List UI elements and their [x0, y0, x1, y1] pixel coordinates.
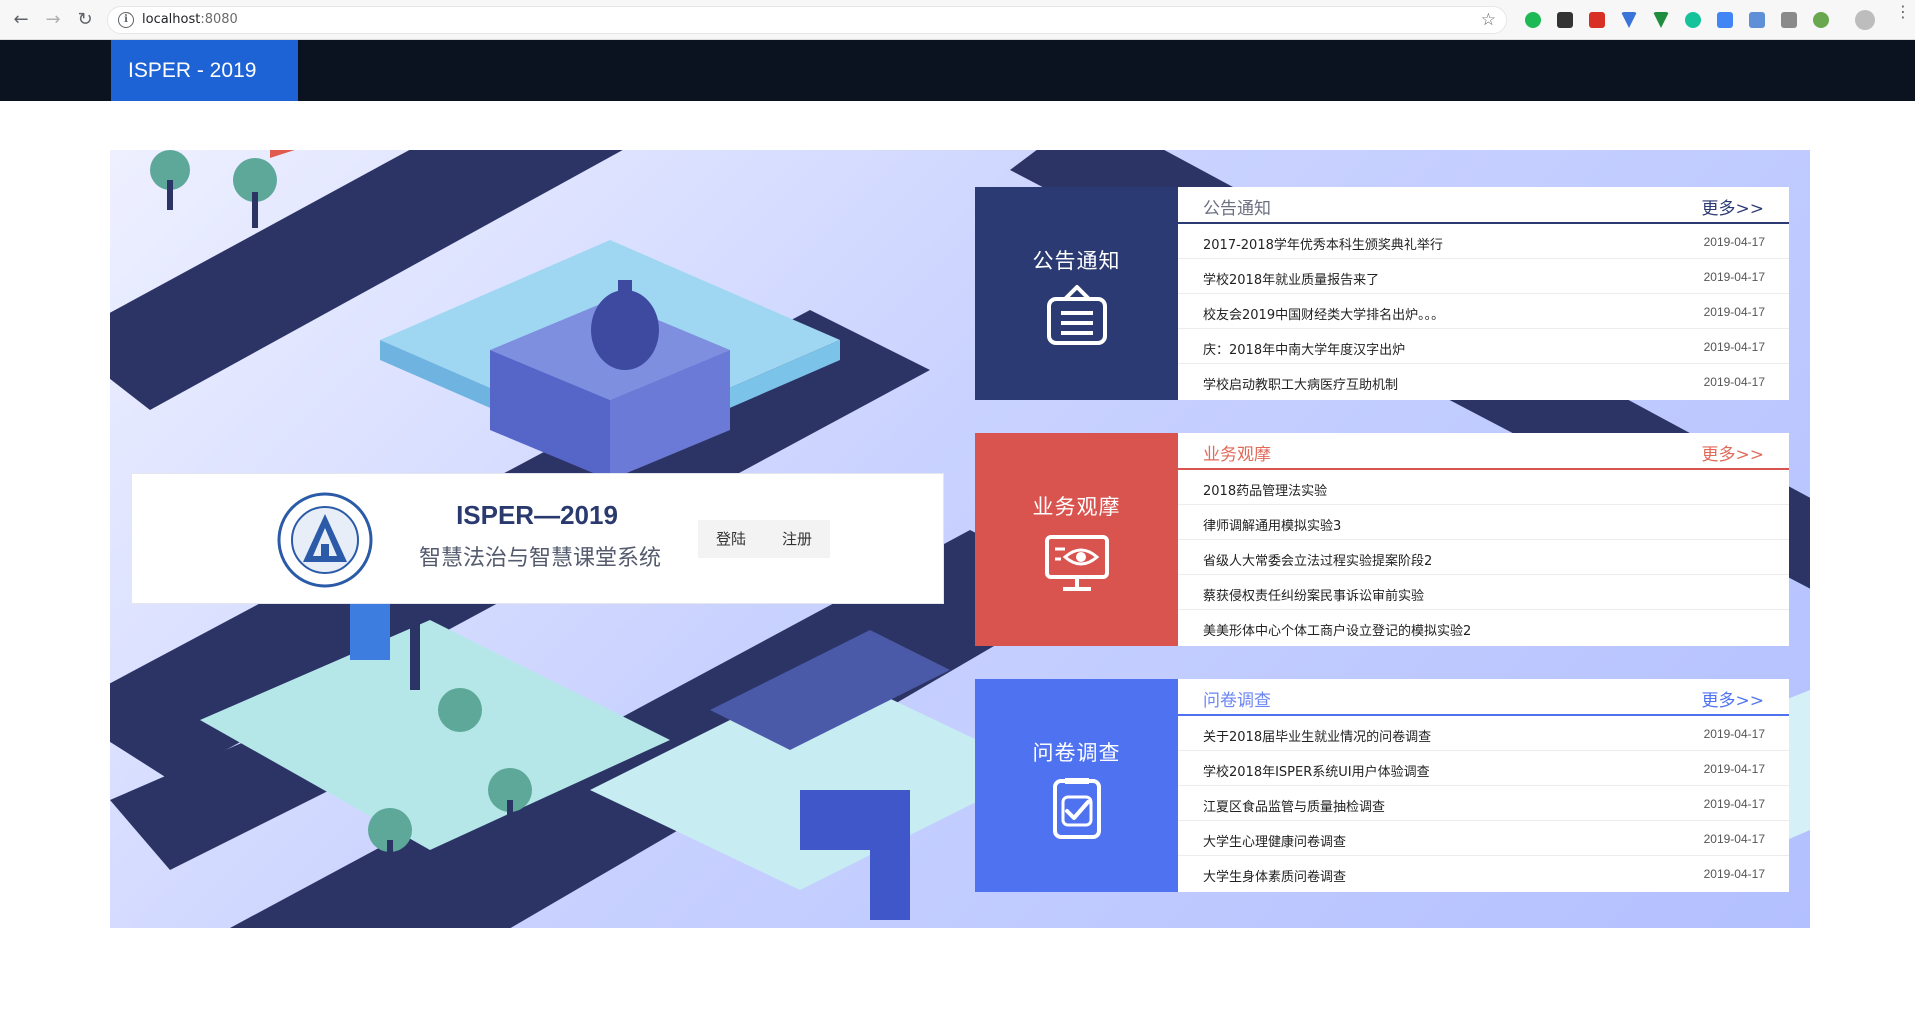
- list-item-date: 2019-04-17: [1703, 832, 1765, 846]
- list-item-title[interactable]: 大学生身体素质问卷调查: [1203, 866, 1346, 885]
- list-item-title[interactable]: 蔡获侵权责任纠纷案民事诉讼审前实验: [1203, 585, 1424, 604]
- menu-more-icon[interactable]: ⋮: [1895, 4, 1911, 20]
- list-item[interactable]: 学校2018年就业质量报告来了 2019-04-17: [1178, 259, 1789, 294]
- list-item[interactable]: 关于2018届毕业生就业情况的问卷调查 2019-04-17: [1178, 716, 1789, 751]
- list-item[interactable]: 大学生心理健康问卷调查 2019-04-17: [1178, 821, 1789, 856]
- list-item[interactable]: 庆：2018年中南大学年度汉字出炉 2019-04-17: [1178, 329, 1789, 364]
- list-item[interactable]: 蔡获侵权责任纠纷案民事诉讼审前实验: [1178, 575, 1789, 610]
- panel-list-header: 业务观摩 更多>>: [1178, 433, 1789, 470]
- login-title: ISPER—2019: [456, 500, 618, 530]
- list-item-date: 2019-04-17: [1703, 305, 1765, 319]
- list-item[interactable]: 2017-2018学年优秀本科生颁奖典礼举行 2019-04-17: [1178, 224, 1789, 259]
- list-item-title[interactable]: 学校2018年ISPER系统UI用户体验调查: [1203, 761, 1430, 780]
- list-item-date: 2019-04-17: [1703, 762, 1765, 776]
- panel-side-title: 问卷调查: [1032, 741, 1121, 765]
- login-button[interactable]: 登陆: [698, 520, 764, 558]
- clipboard-icon: [1047, 285, 1107, 345]
- list-item-title[interactable]: 学校启动教职工大病医疗互助机制: [1203, 374, 1398, 393]
- list-item[interactable]: 学校2018年ISPER系统UI用户体验调查 2019-04-17: [1178, 751, 1789, 786]
- panel-list: 公告通知 更多>> 2017-2018学年优秀本科生颁奖典礼举行 2019-04-…: [1178, 187, 1789, 400]
- bookmark-star-icon[interactable]: ☆: [1481, 10, 1496, 30]
- more-link[interactable]: 更多>>: [1702, 440, 1765, 465]
- extension-cors-icon[interactable]: [1589, 12, 1605, 28]
- list-item[interactable]: 学校启动教职工大病医疗互助机制 2019-04-17: [1178, 364, 1789, 399]
- panel-list-title: 公告通知: [1203, 199, 1271, 219]
- list-item[interactable]: 省级人大常委会立法过程实验提案阶段2: [1178, 540, 1789, 575]
- list-item-date: 2019-04-17: [1703, 270, 1765, 284]
- list-item-title[interactable]: 美美形体中心个体工商户设立登记的模拟实验2: [1203, 620, 1471, 639]
- list-item-date: 2019-04-17: [1703, 375, 1765, 389]
- list-item-title[interactable]: 2017-2018学年优秀本科生颁奖典礼举行: [1203, 234, 1443, 253]
- extension-green-icon[interactable]: [1525, 12, 1541, 28]
- app-header: ISPER - 2019: [0, 40, 1915, 101]
- list-item-title[interactable]: 江夏区食品监管与质量抽检调查: [1203, 796, 1385, 815]
- panel-list-title: 问卷调查: [1203, 691, 1271, 711]
- info-icon[interactable]: i: [118, 12, 134, 28]
- hero-banner: ISPER—2019 智慧法治与智慧课堂系统 登陆 注册 公告通知 公告通知 更…: [110, 150, 1810, 928]
- panel-list-title: 业务观摩: [1203, 445, 1271, 465]
- extension-dark-icon[interactable]: [1557, 12, 1573, 28]
- monitor-eye-icon: [1045, 535, 1109, 591]
- more-link[interactable]: 更多>>: [1702, 686, 1765, 711]
- panel-side-title: 业务观摩: [1032, 495, 1121, 519]
- list-item[interactable]: 律师调解通用模拟实验3: [1178, 505, 1789, 540]
- panel-observation: 业务观摩 业务观摩 更多>> 2018药品管理法实验 律师调解通用模拟实验3 省…: [975, 433, 1789, 646]
- brand-logo-text[interactable]: ISPER - 2019: [111, 40, 298, 101]
- list-item-date: 2019-04-17: [1703, 797, 1765, 811]
- list-item-date: 2019-04-17: [1703, 340, 1765, 354]
- url-text: localhost:8080: [142, 12, 238, 27]
- extension-vue-icon[interactable]: [1653, 12, 1669, 28]
- list-item[interactable]: 美美形体中心个体工商户设立登记的模拟实验2: [1178, 610, 1789, 645]
- list-item-title[interactable]: 学校2018年就业质量报告来了: [1203, 269, 1379, 288]
- list-item-title[interactable]: 关于2018届毕业生就业情况的问卷调查: [1203, 726, 1431, 745]
- browser-toolbar: ← → ↻ i localhost:8080 ☆ ⋮: [0, 0, 1915, 40]
- list-item-title[interactable]: 律师调解通用模拟实验3: [1203, 515, 1341, 534]
- checked-form-icon: [1053, 778, 1101, 839]
- list-item[interactable]: 校友会2019中国财经类大学排名出炉。。。 2019-04-17: [1178, 294, 1789, 329]
- forward-icon[interactable]: →: [42, 9, 64, 31]
- list-item-date: 2019-04-17: [1703, 867, 1765, 881]
- panel-list-header: 公告通知 更多>>: [1178, 187, 1789, 224]
- list-item-title[interactable]: 大学生心理健康问卷调查: [1203, 831, 1346, 850]
- university-logo-icon: [277, 492, 373, 588]
- list-item[interactable]: 江夏区食品监管与质量抽检调查 2019-04-17: [1178, 786, 1789, 821]
- list-item[interactable]: 大学生身体素质问卷调查 2019-04-17: [1178, 856, 1789, 891]
- panel-side-title: 公告通知: [1032, 249, 1121, 273]
- list-item[interactable]: 2018药品管理法实验: [1178, 470, 1789, 505]
- back-icon[interactable]: ←: [10, 9, 32, 31]
- profile-avatar-icon[interactable]: [1855, 10, 1875, 30]
- login-card: ISPER—2019 智慧法治与智慧课堂系统 登陆 注册: [131, 473, 944, 604]
- panel-list: 业务观摩 更多>> 2018药品管理法实验 律师调解通用模拟实验3 省级人大常委…: [1178, 433, 1789, 646]
- panel-side[interactable]: 业务观摩: [975, 433, 1178, 646]
- login-subtitle: 智慧法治与智慧课堂系统: [418, 546, 661, 571]
- extension-translate-icon[interactable]: [1717, 12, 1733, 28]
- extension-globe-icon[interactable]: [1813, 12, 1829, 28]
- panel-survey: 问卷调查 问卷调查 更多>> 关于2018届毕业生就业情况的问卷调查 2019-0…: [975, 679, 1789, 892]
- register-button[interactable]: 注册: [764, 520, 830, 558]
- list-item-title[interactable]: 省级人大常委会立法过程实验提案阶段2: [1203, 550, 1432, 569]
- panel-list-header: 问卷调查 更多>>: [1178, 679, 1789, 716]
- auth-button-group: 登陆 注册: [698, 520, 830, 558]
- extension-v-blue-icon[interactable]: [1621, 12, 1637, 28]
- list-item-date: 2019-04-17: [1703, 235, 1765, 249]
- extension-save-icon[interactable]: [1749, 12, 1765, 28]
- list-item-title[interactable]: 庆：2018年中南大学年度汉字出炉: [1203, 339, 1405, 358]
- list-item-title[interactable]: 2018药品管理法实验: [1203, 480, 1327, 499]
- panel-side[interactable]: 问卷调查: [975, 679, 1178, 892]
- reload-icon[interactable]: ↻: [74, 9, 96, 31]
- panel-side[interactable]: 公告通知: [975, 187, 1178, 400]
- panel-announcements: 公告通知 公告通知 更多>> 2017-2018学年优秀本科生颁奖典礼举行 201…: [975, 187, 1789, 400]
- more-link[interactable]: 更多>>: [1702, 194, 1765, 219]
- panel-list: 问卷调查 更多>> 关于2018届毕业生就业情况的问卷调查 2019-04-17 …: [1178, 679, 1789, 892]
- list-item-date: 2019-04-17: [1703, 727, 1765, 741]
- list-item-title[interactable]: 校友会2019中国财经类大学排名出炉。。。: [1203, 304, 1444, 323]
- extension-grammarly-icon[interactable]: [1685, 12, 1701, 28]
- address-bar[interactable]: i localhost:8080 ☆: [107, 6, 1507, 34]
- extension-window-icon[interactable]: [1781, 12, 1797, 28]
